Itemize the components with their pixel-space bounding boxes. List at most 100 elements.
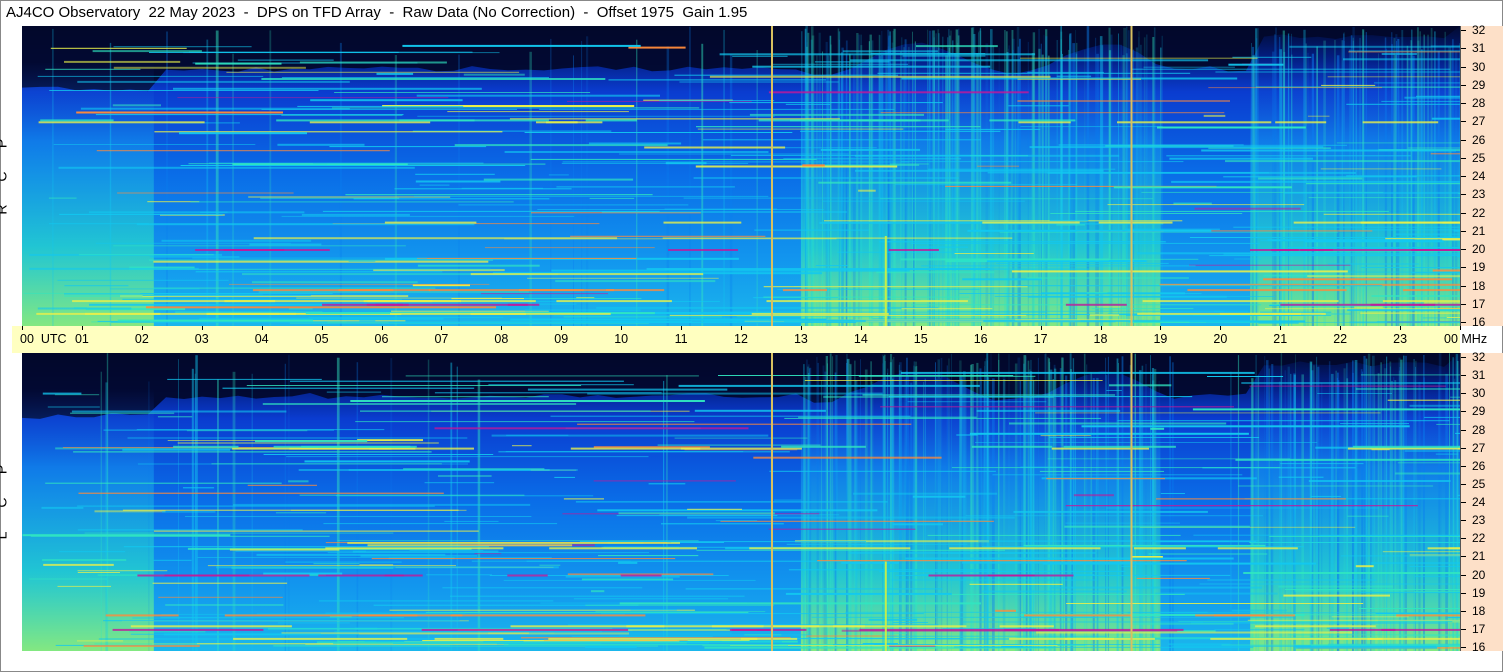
carrier-line bbox=[1446, 317, 1460, 318]
carrier-band bbox=[428, 289, 614, 292]
carrier-band bbox=[971, 445, 1053, 448]
vertical-streak bbox=[1395, 34, 1398, 326]
carrier-line bbox=[1326, 627, 1349, 629]
carrier-line bbox=[229, 548, 340, 551]
mhz-tick-label: 30 bbox=[1472, 386, 1486, 401]
carrier-line bbox=[415, 173, 495, 175]
carrier-line bbox=[562, 161, 910, 163]
vertical-streak bbox=[905, 371, 908, 651]
carrier-band bbox=[1004, 628, 1184, 631]
mhz-tick-mark bbox=[1461, 212, 1466, 214]
carrier-band bbox=[390, 312, 526, 315]
vertical-streak bbox=[963, 371, 966, 651]
vertical-streak bbox=[857, 34, 860, 326]
mhz-tick-mark bbox=[1461, 194, 1466, 196]
carrier-band bbox=[1024, 614, 1132, 617]
carrier-line bbox=[981, 590, 1127, 593]
carrier-line bbox=[563, 498, 604, 500]
carrier-line bbox=[954, 646, 1047, 648]
vertical-streak bbox=[841, 52, 843, 326]
carrier-line bbox=[868, 618, 918, 621]
vertical-streak bbox=[1449, 353, 1450, 651]
carrier-line bbox=[862, 643, 898, 644]
vertical-streak bbox=[1008, 45, 1010, 326]
carrier-line bbox=[235, 550, 366, 552]
carrier-line bbox=[1046, 478, 1165, 480]
carrier-line bbox=[702, 139, 982, 141]
carrier-line bbox=[772, 63, 908, 65]
carrier-line bbox=[657, 444, 821, 446]
carrier-line bbox=[1321, 84, 1376, 86]
vertical-streak bbox=[1321, 382, 1323, 651]
carrier-line bbox=[388, 322, 717, 323]
carrier-line bbox=[149, 256, 240, 258]
carrier-line bbox=[1387, 399, 1460, 401]
carrier-line bbox=[910, 242, 1260, 244]
carrier-line bbox=[42, 559, 127, 561]
vertical-streak bbox=[1153, 368, 1157, 651]
mhz-tick-mark bbox=[1461, 610, 1466, 612]
carrier-line bbox=[1148, 553, 1268, 555]
carrier-line bbox=[585, 604, 774, 606]
carrier-line bbox=[1327, 263, 1419, 265]
vertical-streak bbox=[456, 366, 458, 651]
carrier-line bbox=[261, 78, 606, 80]
carrier-line bbox=[1109, 384, 1172, 387]
carrier-line bbox=[1131, 68, 1451, 70]
carrier-line bbox=[1027, 71, 1104, 73]
utc-tick-label: 18 bbox=[1093, 332, 1108, 346]
vertical-streak bbox=[178, 359, 179, 651]
carrier-line bbox=[858, 189, 876, 192]
vertical-streak bbox=[756, 50, 758, 326]
vertical-streak bbox=[1430, 28, 1433, 326]
vertical-streak bbox=[1019, 38, 1021, 326]
carrier-line bbox=[450, 595, 745, 597]
carrier-line bbox=[491, 434, 769, 437]
carrier-line bbox=[900, 161, 1184, 163]
carrier-line bbox=[185, 516, 532, 517]
carrier-band bbox=[112, 628, 264, 631]
vertical-streak bbox=[166, 31, 168, 326]
vertical-streak bbox=[1365, 32, 1367, 326]
mhz-tick-label: 26 bbox=[1472, 458, 1486, 473]
carrier-line bbox=[858, 375, 1036, 377]
carrier-line bbox=[550, 415, 911, 417]
carrier-line bbox=[1189, 237, 1460, 238]
vertical-streak bbox=[901, 37, 903, 326]
carrier-line bbox=[332, 107, 700, 109]
carrier-line bbox=[260, 197, 400, 199]
vertical-streak bbox=[854, 380, 858, 651]
carrier-line bbox=[1243, 572, 1460, 574]
carrier-line bbox=[73, 451, 432, 453]
carrier-line bbox=[912, 495, 966, 498]
carrier-line bbox=[820, 148, 921, 151]
carrier-line bbox=[917, 246, 968, 248]
utc-tick-label: 17 bbox=[1033, 332, 1048, 346]
vertical-streak bbox=[903, 47, 905, 326]
carrier-line bbox=[554, 476, 575, 478]
vertical-streak bbox=[1365, 358, 1368, 651]
carrier-line bbox=[308, 316, 504, 318]
utc-tick-label: 22 bbox=[1333, 332, 1348, 346]
carrier-band bbox=[137, 574, 310, 577]
carrier-line bbox=[1117, 420, 1450, 422]
carrier-band bbox=[510, 625, 665, 628]
carrier-line bbox=[1411, 272, 1460, 274]
carrier-line bbox=[1065, 505, 1418, 507]
rcp-spectrogram bbox=[22, 26, 1460, 326]
carrier-line bbox=[664, 208, 778, 210]
vertical-streak bbox=[810, 39, 813, 326]
carrier-line bbox=[305, 643, 509, 645]
carrier-line bbox=[563, 316, 723, 318]
carrier-line bbox=[975, 442, 1318, 443]
vertical-streak bbox=[1027, 360, 1030, 651]
vertical-streak bbox=[826, 55, 830, 326]
carrier-line bbox=[1359, 592, 1460, 594]
carrier-band bbox=[949, 547, 1101, 550]
carrier-band bbox=[130, 625, 292, 628]
carrier-line bbox=[301, 213, 410, 216]
mhz-tick-label: 32 bbox=[1472, 350, 1486, 364]
carrier-line bbox=[256, 613, 625, 615]
carrier-line bbox=[376, 72, 414, 75]
carrier-line bbox=[334, 631, 603, 633]
